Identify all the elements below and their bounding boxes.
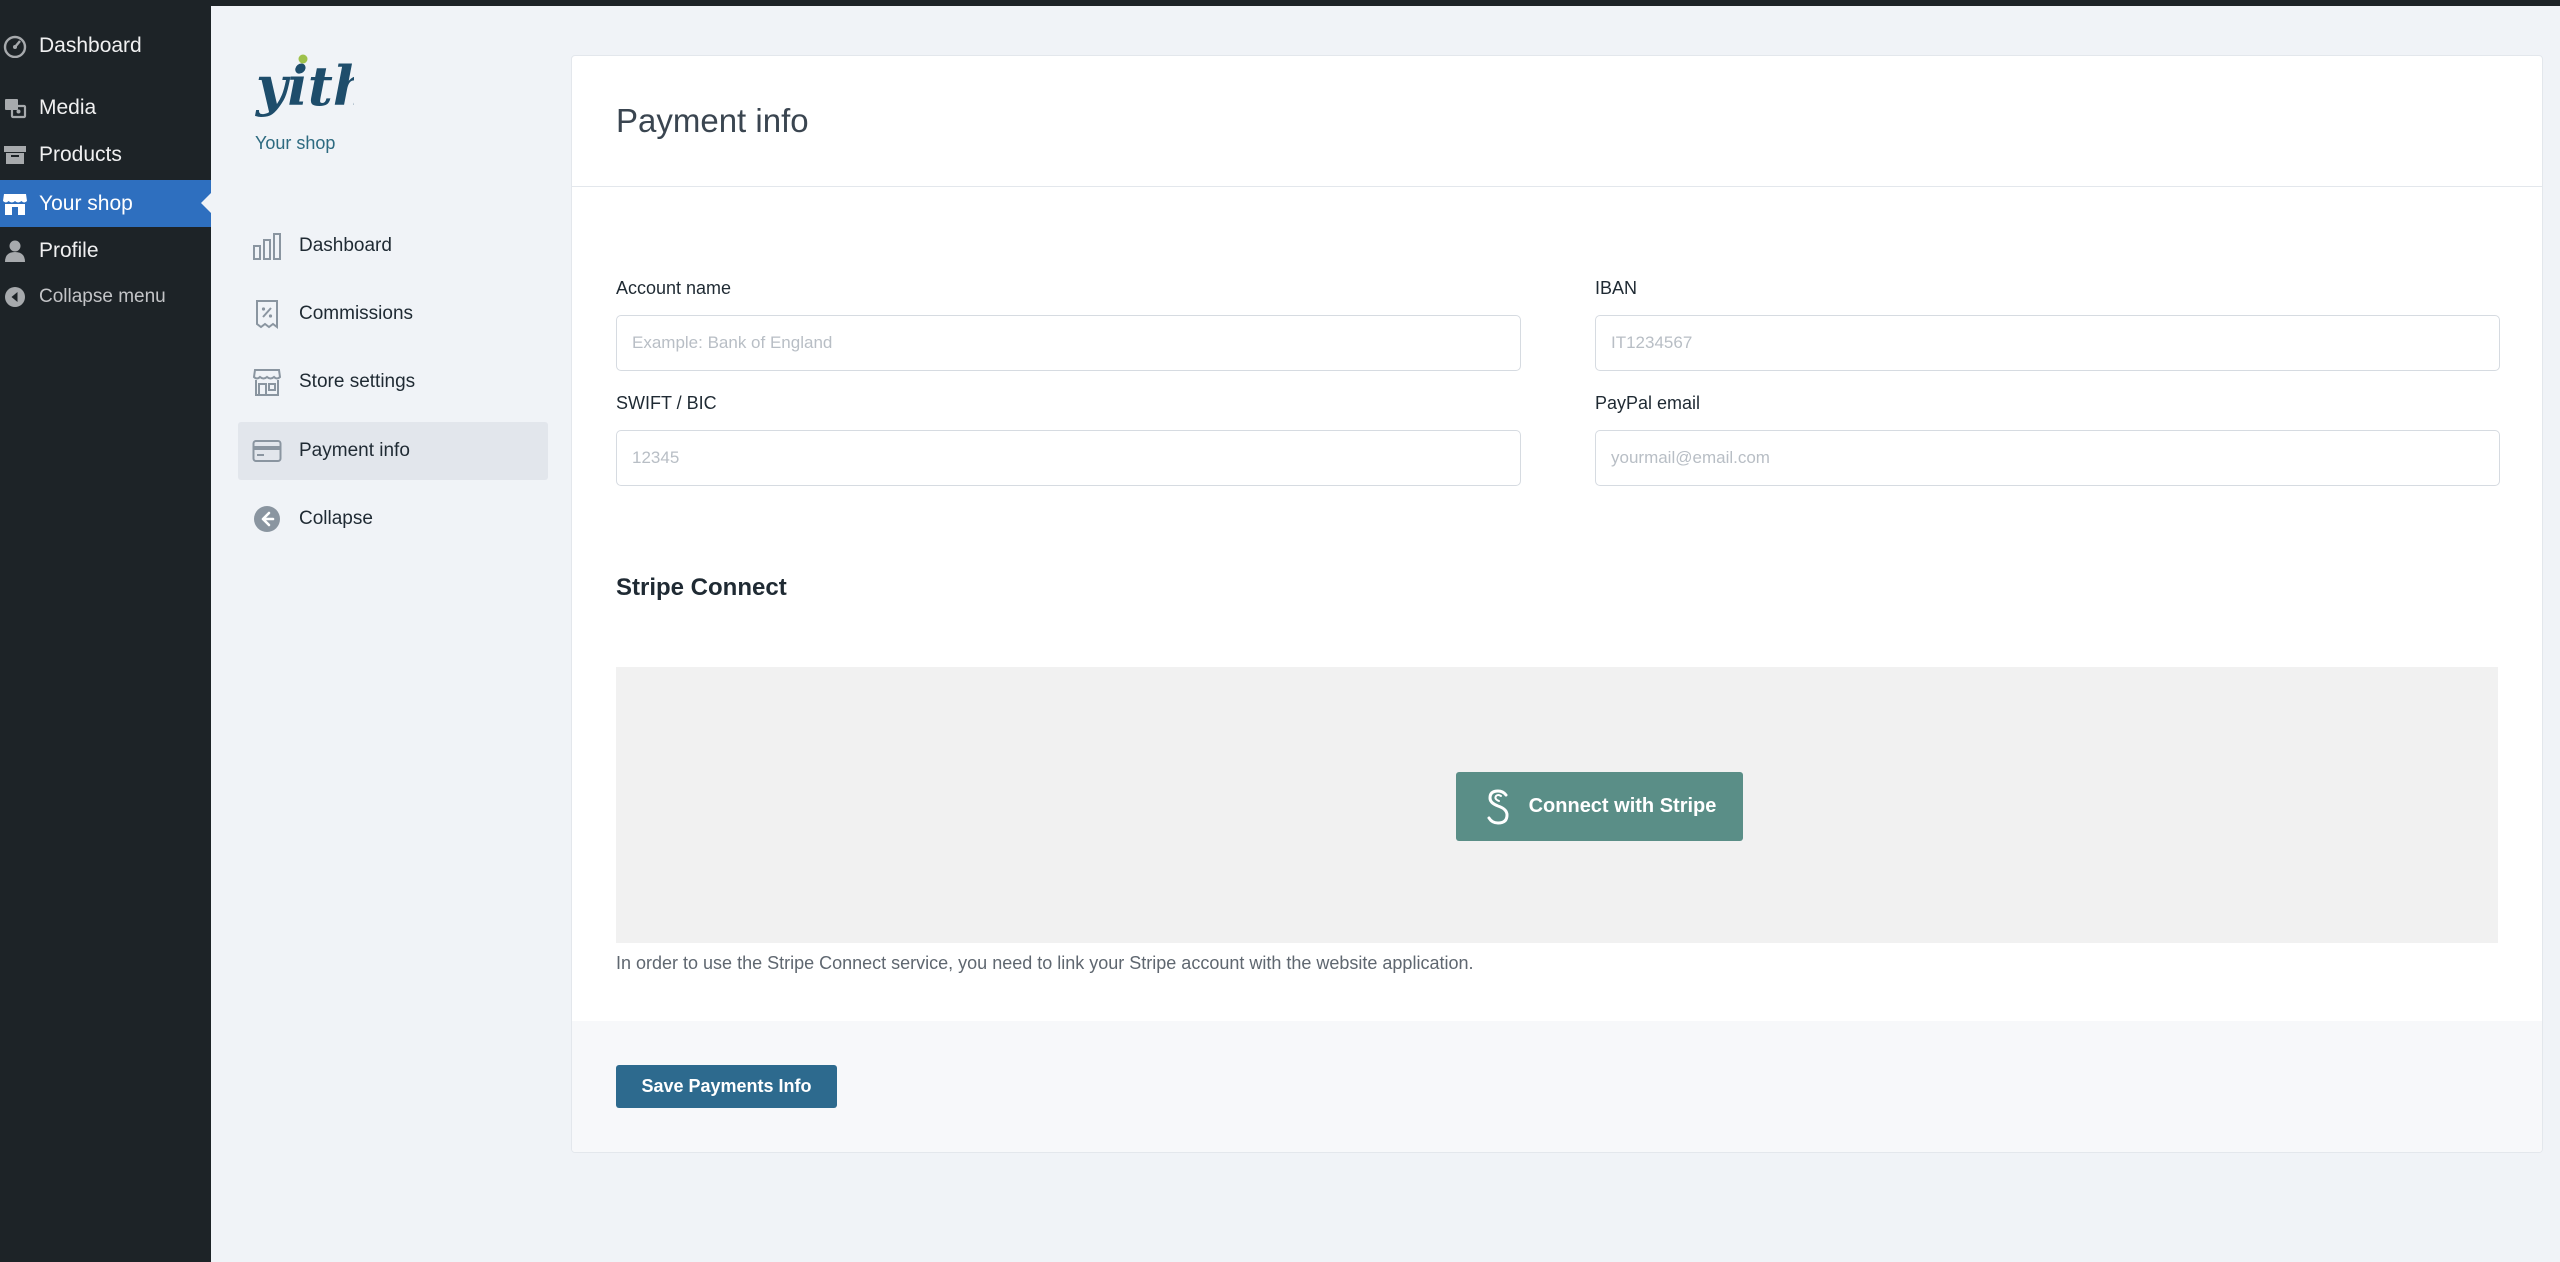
arrow-left-circle-icon xyxy=(251,503,283,535)
store-icon xyxy=(251,366,283,398)
wp-menu-label: Profile xyxy=(39,238,99,262)
paypal-email-label: PayPal email xyxy=(1595,393,1701,413)
card-header: Payment info xyxy=(572,56,2542,187)
connect-with-stripe-label: Connect with Stripe xyxy=(1528,795,1717,817)
wp-menu-dashboard[interactable]: Dashboard xyxy=(0,22,211,69)
nav-label: Collapse xyxy=(299,508,373,529)
archive-icon xyxy=(2,142,28,168)
stripe-connect-title: Stripe Connect xyxy=(616,574,787,601)
nav-dashboard[interactable]: Dashboard xyxy=(238,217,548,275)
nav-label: Store settings xyxy=(299,371,416,392)
credit-card-icon xyxy=(251,435,283,467)
svg-text:yith: yith xyxy=(255,54,354,118)
wp-menu-media[interactable]: Media xyxy=(0,84,211,131)
wp-menu-label: Products xyxy=(39,142,122,166)
store-icon xyxy=(2,191,28,217)
nav-label: Payment info xyxy=(299,440,410,461)
nav-payment-info[interactable]: Payment info xyxy=(238,422,548,480)
stripe-connect-panel: Connect with Stripe xyxy=(616,667,2498,943)
wp-menu-label: Media xyxy=(39,95,97,119)
wp-menu-products[interactable]: Products xyxy=(0,131,211,178)
receipt-percent-icon xyxy=(251,298,283,330)
wp-admin-sidebar: Dashboard Media Products Your shop Profi… xyxy=(0,6,211,1262)
swift-bic-label: SWIFT / BIC xyxy=(616,393,717,413)
page-title: Payment info xyxy=(616,102,809,139)
connect-with-stripe-button[interactable]: Connect with Stripe xyxy=(1456,772,1743,841)
admin-top-bar xyxy=(0,0,2560,6)
wp-menu-label: Dashboard xyxy=(39,33,142,57)
wp-collapse-menu[interactable]: Collapse menu xyxy=(0,273,211,320)
nav-label: Commissions xyxy=(299,303,414,324)
iban-input[interactable] xyxy=(1595,315,2500,371)
nav-store-settings[interactable]: Store settings xyxy=(238,353,548,411)
user-icon xyxy=(2,238,28,264)
shop-name[interactable]: Your shop xyxy=(255,133,335,154)
stripe-connect-description: In order to use the Stripe Connect servi… xyxy=(616,953,1474,973)
nav-collapse[interactable]: Collapse xyxy=(238,490,548,548)
wp-menu-profile[interactable]: Profile xyxy=(0,227,211,274)
nav-label: Dashboard xyxy=(299,235,392,256)
payment-info-card: Payment info Account name IBAN SWIFT / B… xyxy=(571,55,2543,1153)
media-icon xyxy=(2,95,28,121)
card-footer: Save Payments Info xyxy=(572,1021,2542,1152)
yith-logo[interactable]: yith xyxy=(254,50,372,120)
swift-bic-input[interactable] xyxy=(616,430,1521,486)
nav-commissions[interactable]: Commissions xyxy=(238,285,548,343)
wp-menu-label: Your shop xyxy=(39,191,133,215)
collapse-icon xyxy=(2,284,28,310)
account-name-label: Account name xyxy=(616,278,732,298)
wp-menu-your-shop[interactable]: Your shop xyxy=(0,180,211,227)
stripe-s-icon xyxy=(1483,787,1515,827)
wp-menu-label: Collapse menu xyxy=(39,285,166,307)
paypal-email-input[interactable] xyxy=(1595,430,2500,486)
iban-label: IBAN xyxy=(1595,278,1638,298)
dashboard-icon xyxy=(2,33,28,59)
account-name-input[interactable] xyxy=(616,315,1521,371)
bar-chart-icon xyxy=(251,230,283,262)
save-payments-info-button[interactable]: Save Payments Info xyxy=(616,1065,837,1108)
